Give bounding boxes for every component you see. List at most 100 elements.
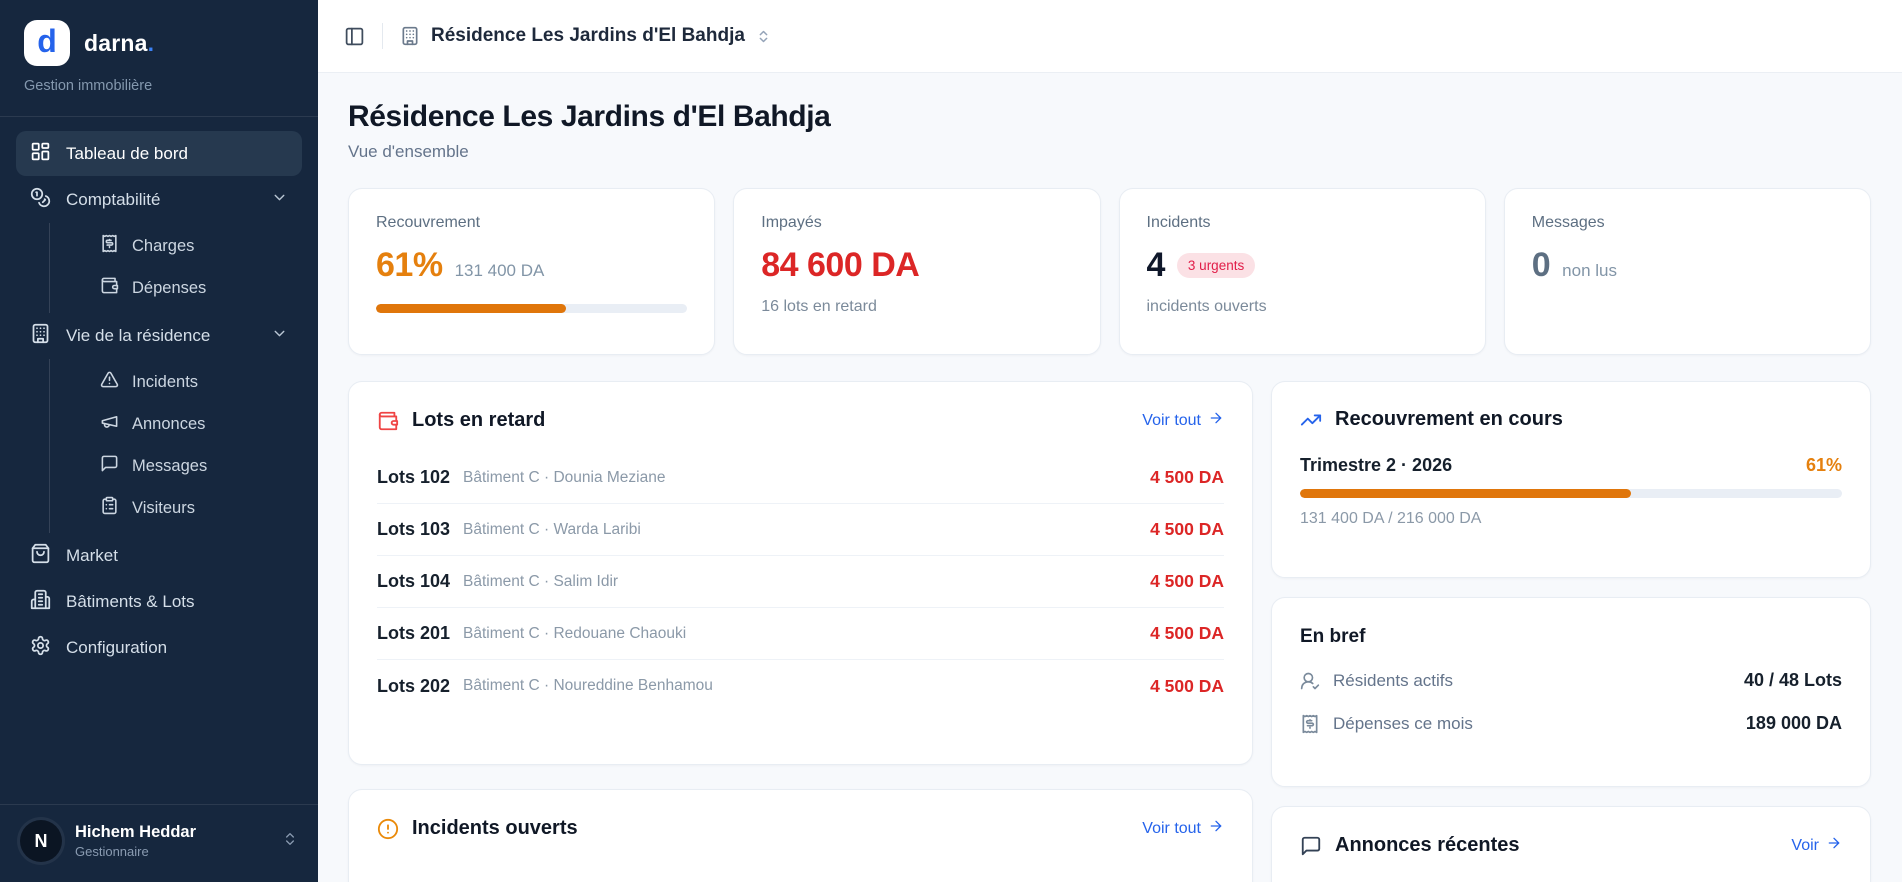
sidebar-item-label: Charges <box>132 237 194 256</box>
stat-subtext: non lus <box>1562 261 1617 281</box>
lot-row[interactable]: Lots 103 Bâtiment C · Warda Laribi 4 500… <box>377 504 1224 556</box>
gear-icon <box>30 635 51 661</box>
panel-title: Recouvrement en cours <box>1335 408 1563 431</box>
stat-card-messages: Messages 0 non lus <box>1504 188 1871 355</box>
sidebar-item-label: Visiteurs <box>132 499 195 518</box>
topbar-divider <box>382 23 383 49</box>
chevron-down-icon <box>271 189 288 211</box>
sidebar-item-comptabilite[interactable]: Comptabilité <box>16 177 302 222</box>
receipt-icon <box>1300 714 1320 734</box>
recouv-progress-track <box>1300 489 1842 498</box>
annonces-view-link[interactable]: Voir <box>1791 835 1842 856</box>
stat-value: 4 <box>1147 246 1165 285</box>
panel-title: En bref <box>1300 626 1842 648</box>
sidebar-item-messages[interactable]: Messages <box>50 445 302 487</box>
vie-sublist: Incidents Annonces Messages Visiteurs <box>49 359 302 533</box>
en-bref-panel: En bref Résidents actifs 40 / 48 Lots Dé… <box>1271 597 1871 787</box>
dashboard-grid-icon <box>30 141 51 167</box>
panel-title: Lots en retard <box>412 409 545 432</box>
stat-label: Impayés <box>761 214 1072 232</box>
recouv-progress-fill <box>1300 489 1631 498</box>
lot-row[interactable]: Lots 201 Bâtiment C · Redouane Chaouki 4… <box>377 608 1224 660</box>
recouv-amounts: 131 400 DA / 216 000 DA <box>1300 510 1842 528</box>
bref-row-depenses: Dépenses ce mois 189 000 DA <box>1300 713 1842 734</box>
user-check-icon <box>1300 671 1320 691</box>
annonces-recentes-panel: Annonces récentes Voir <box>1271 806 1871 882</box>
coins-icon <box>30 187 51 213</box>
trending-up-icon <box>1300 409 1322 431</box>
sidebar: d darna. Gestion immobilière Tableau de … <box>0 0 318 882</box>
panel-title: Annonces récentes <box>1335 834 1520 857</box>
megaphone-icon <box>100 412 119 436</box>
sidebar-item-label: Market <box>66 546 118 566</box>
recouvrement-progress-track <box>376 304 687 313</box>
main-area: Résidence Les Jardins d'El Bahdja Réside… <box>318 0 1902 882</box>
stat-value: 0 <box>1532 246 1550 285</box>
lots-view-all-link[interactable]: Voir tout <box>1142 410 1224 431</box>
sidebar-divider <box>0 116 318 117</box>
wallet-icon <box>100 276 119 300</box>
stat-card-recouvrement: Recouvrement 61% 131 400 DA <box>348 188 715 355</box>
building-icon <box>400 26 420 46</box>
sidebar-item-market[interactable]: Market <box>16 533 302 578</box>
left-column: Lots en retard Voir tout Lots 102 Bâtime… <box>348 381 1253 882</box>
stat-label: Incidents <box>1147 214 1458 232</box>
sidebar-item-label: Bâtiments & Lots <box>66 592 195 612</box>
sidebar-toggle-button[interactable] <box>344 26 365 47</box>
brand-tagline: Gestion immobilière <box>24 78 294 94</box>
lot-row[interactable]: Lots 104 Bâtiment C · Salim Idir 4 500 D… <box>377 556 1224 608</box>
content: Résidence Les Jardins d'El Bahdja Vue d'… <box>318 73 1902 882</box>
stat-value: 84 600 DA <box>761 246 919 285</box>
message-square-icon <box>100 454 119 478</box>
avatar: N <box>20 820 62 862</box>
sidebar-item-annonces[interactable]: Annonces <box>50 403 302 445</box>
sidebar-item-visiteurs[interactable]: Visiteurs <box>50 487 302 529</box>
sidebar-item-dashboard[interactable]: Tableau de bord <box>16 131 302 176</box>
chevron-down-icon <box>271 325 288 347</box>
lot-row[interactable]: Lots 202 Bâtiment C · Noureddine Benhamo… <box>377 660 1224 712</box>
user-menu[interactable]: N Hichem Heddar Gestionnaire <box>0 804 318 882</box>
stat-card-incidents: Incidents 4 3 urgents incidents ouverts <box>1119 188 1486 355</box>
shopping-bag-icon <box>30 543 51 569</box>
building-icon <box>30 323 51 349</box>
sidebar-item-label: Configuration <box>66 638 167 658</box>
sidebar-item-configuration[interactable]: Configuration <box>16 625 302 670</box>
incidents-ouverts-panel: Incidents ouverts Voir tout <box>348 789 1253 882</box>
percent-label: 61% <box>1806 455 1842 476</box>
app-root: d darna. Gestion immobilière Tableau de … <box>0 0 1902 882</box>
page-subtitle: Vue d'ensemble <box>348 142 1871 162</box>
sidebar-item-vie-residence[interactable]: Vie de la résidence <box>16 313 302 358</box>
sidebar-item-charges[interactable]: Charges <box>50 225 302 267</box>
stat-label: Recouvrement <box>376 214 687 232</box>
sidebar-item-depenses[interactable]: Dépenses <box>50 267 302 309</box>
sidebar-nav: Tableau de bord Comptabilité Charges Dép… <box>0 131 318 804</box>
period-label: Trimestre 2 · 2026 <box>1300 455 1452 476</box>
arrow-right-icon <box>1208 410 1224 431</box>
lots-en-retard-panel: Lots en retard Voir tout Lots 102 Bâtime… <box>348 381 1253 765</box>
right-column: Recouvrement en cours Trimestre 2 · 2026… <box>1271 381 1871 882</box>
receipt-icon <box>100 234 119 258</box>
chevrons-up-down-icon <box>756 29 771 44</box>
residence-selector[interactable]: Résidence Les Jardins d'El Bahdja <box>400 25 771 47</box>
sidebar-item-label: Messages <box>132 457 207 476</box>
darna-logo-icon: d <box>24 20 70 66</box>
sidebar-item-label: Vie de la résidence <box>66 326 210 346</box>
stat-label: Messages <box>1532 214 1843 232</box>
user-role: Gestionnaire <box>75 844 196 860</box>
sidebar-item-incidents[interactable]: Incidents <box>50 361 302 403</box>
chevrons-up-down-icon <box>282 831 298 852</box>
sidebar-item-label: Comptabilité <box>66 190 161 210</box>
bref-row-residents: Résidents actifs 40 / 48 Lots <box>1300 670 1842 691</box>
building-2-icon <box>30 589 51 615</box>
incidents-view-all-link[interactable]: Voir tout <box>1142 818 1224 839</box>
sidebar-item-label: Annonces <box>132 415 205 434</box>
lot-row[interactable]: Lots 102 Bâtiment C · Dounia Meziane 4 5… <box>377 452 1224 504</box>
topbar: Résidence Les Jardins d'El Bahdja <box>318 0 1902 73</box>
sidebar-item-label: Dépenses <box>132 279 206 298</box>
sidebar-item-label: Incidents <box>132 373 198 392</box>
recouvrement-en-cours-panel: Recouvrement en cours Trimestre 2 · 2026… <box>1271 381 1871 578</box>
brand: d darna. Gestion immobilière <box>0 0 318 110</box>
arrow-right-icon <box>1208 818 1224 839</box>
alert-circle-icon <box>377 818 399 840</box>
sidebar-item-batiments-lots[interactable]: Bâtiments & Lots <box>16 579 302 624</box>
